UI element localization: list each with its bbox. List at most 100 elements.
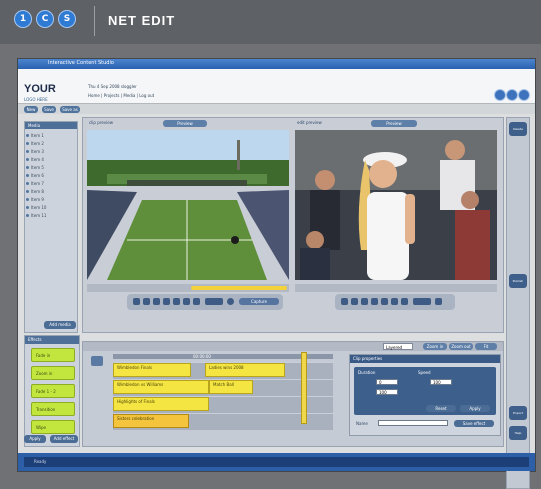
header-links[interactable]: Home | Projects | Media | Log out xyxy=(88,93,154,98)
back-icon[interactable] xyxy=(494,89,506,101)
rewind-icon[interactable] xyxy=(133,298,140,305)
timeline-clip[interactable]: Sisters celebration xyxy=(113,414,189,428)
timeline-clip[interactable]: Ladies wins 2008 xyxy=(205,363,285,377)
step-back-icon[interactable] xyxy=(351,298,358,305)
effect-wipe[interactable]: Wipe xyxy=(31,420,75,434)
timecode-display xyxy=(205,298,223,305)
loop-icon[interactable] xyxy=(227,298,234,305)
play-icon[interactable] xyxy=(163,298,170,305)
status-text: Ready xyxy=(34,459,47,464)
media-item[interactable]: Item 10 xyxy=(26,205,46,210)
fast-forward-icon[interactable] xyxy=(193,298,200,305)
volume-icon[interactable] xyxy=(435,298,442,305)
media-item[interactable]: Item 6 xyxy=(26,173,44,178)
timeline-ruler[interactable]: 00:00:00 xyxy=(113,354,333,359)
name-label: Name xyxy=(356,421,368,426)
media-item[interactable]: Item 2 xyxy=(26,141,44,146)
clip-scrub-bar[interactable] xyxy=(87,284,289,292)
add-effect-button[interactable]: Add effect xyxy=(50,435,78,443)
app-logo-subtitle: LOGO HERE xyxy=(24,97,48,102)
playhead[interactable] xyxy=(301,352,307,424)
brand-divider xyxy=(94,6,95,36)
status-inner: Ready xyxy=(24,457,529,467)
name-input[interactable] xyxy=(378,420,448,426)
effects-panel: Effects Fade in Zoom in Fade 1 - 2 Trans… xyxy=(24,335,80,447)
apply-effect-button[interactable]: Apply xyxy=(24,435,46,443)
help-button[interactable]: Help xyxy=(509,426,527,440)
forward-icon[interactable] xyxy=(518,89,530,101)
reset-button[interactable]: Reset xyxy=(426,405,456,412)
add-media-button[interactable]: Add media xyxy=(44,321,76,329)
track-lock-icon[interactable] xyxy=(91,356,103,366)
end-input[interactable]: 100 xyxy=(376,389,398,395)
save-button[interactable]: Save xyxy=(42,106,56,113)
product-title: NET EDIT xyxy=(108,13,176,28)
media-dot-icon xyxy=(26,198,29,201)
window-title: Interactive Content Studio xyxy=(48,60,114,66)
timeline-mode-select[interactable]: Layered xyxy=(383,343,413,350)
stop-icon[interactable] xyxy=(153,298,160,305)
step-back-icon[interactable] xyxy=(143,298,150,305)
clip-preview-button[interactable]: Preview xyxy=(163,120,207,127)
media-dot-icon xyxy=(26,150,29,153)
effect-zoom-in[interactable]: Zoom in xyxy=(31,366,75,380)
publish-button[interactable]: Publish xyxy=(509,274,527,288)
save-as-button[interactable]: Save as xyxy=(60,106,80,113)
apply-button[interactable]: Apply xyxy=(460,405,490,412)
home-icon[interactable] xyxy=(506,89,518,101)
media-item[interactable]: Item 9 xyxy=(26,197,44,202)
status-bar: Ready xyxy=(18,453,535,471)
media-item[interactable]: Item 1 xyxy=(26,133,44,138)
fit-button[interactable]: Fit xyxy=(475,343,497,350)
edit-preview-video[interactable] xyxy=(295,130,497,280)
edit-preview-button[interactable]: Preview xyxy=(371,120,417,127)
app-header: YOUR LOGO HERE Thu 4 Sep 2008 sloggler H… xyxy=(18,69,535,104)
media-item[interactable]: Item 3 xyxy=(26,149,44,154)
effect-fade[interactable]: Fade 1 - 2 xyxy=(31,384,75,398)
rewind-icon[interactable] xyxy=(341,298,348,305)
timecode-display xyxy=(413,298,431,305)
timeline-clip[interactable]: Match Ball xyxy=(209,380,253,394)
clip-scrub-range[interactable] xyxy=(191,286,287,290)
app-logo: YOUR xyxy=(24,83,56,95)
clip-transport: Capture xyxy=(127,294,283,310)
edit-scrub-bar[interactable] xyxy=(295,284,497,292)
clip-preview-video[interactable] xyxy=(87,130,289,280)
media-dot-icon xyxy=(26,158,29,161)
timeline-clip[interactable]: Highlights of Finals xyxy=(113,397,209,411)
fast-forward-icon[interactable] xyxy=(401,298,408,305)
pause-icon[interactable] xyxy=(381,298,388,305)
pause-icon[interactable] xyxy=(173,298,180,305)
capture-button[interactable]: Capture xyxy=(239,298,279,305)
brand-circle-3: S xyxy=(58,10,76,28)
new-button[interactable]: New xyxy=(24,106,38,113)
media-dot-icon xyxy=(26,166,29,169)
effect-fade-in[interactable]: Fade in xyxy=(31,348,75,362)
app-window: Interactive Content Studio YOUR LOGO HER… xyxy=(17,58,536,489)
media-item[interactable]: Item 11 xyxy=(26,213,46,218)
toolbar: New Save Save as xyxy=(18,104,535,114)
save-effect-button[interactable]: Save effect xyxy=(454,420,494,427)
zoom-in-button[interactable]: Zoom in xyxy=(423,343,447,350)
play-icon[interactable] xyxy=(371,298,378,305)
media-item[interactable]: Item 8 xyxy=(26,189,44,194)
media-item[interactable]: Item 7 xyxy=(26,181,44,186)
timeline-header: Zoom in Zoom out Fit Layered xyxy=(83,342,503,351)
export-button[interactable]: Export xyxy=(509,406,527,420)
clip-preview-title: clip preview xyxy=(89,120,113,125)
speed-input[interactable]: 100 xyxy=(430,379,452,385)
timeline-clip[interactable]: Wimbledon vs Williams xyxy=(113,380,209,394)
brand-circle-1: 1 xyxy=(14,10,32,28)
zoom-out-button[interactable]: Zoom out xyxy=(449,343,473,350)
effect-transition[interactable]: Transition xyxy=(31,402,75,416)
step-forward-icon[interactable] xyxy=(183,298,190,305)
stop-icon[interactable] xyxy=(361,298,368,305)
timeline-clip[interactable]: Wimbledon Finals xyxy=(113,363,191,377)
delete-button[interactable]: Delete xyxy=(509,122,527,136)
step-forward-icon[interactable] xyxy=(391,298,398,305)
media-item[interactable]: Item 4 xyxy=(26,157,44,162)
media-item[interactable]: Item 5 xyxy=(26,165,44,170)
start-input[interactable]: 0 xyxy=(376,379,398,385)
right-rail: Delete Publish Export Help xyxy=(506,117,530,489)
media-dot-icon xyxy=(26,134,29,137)
